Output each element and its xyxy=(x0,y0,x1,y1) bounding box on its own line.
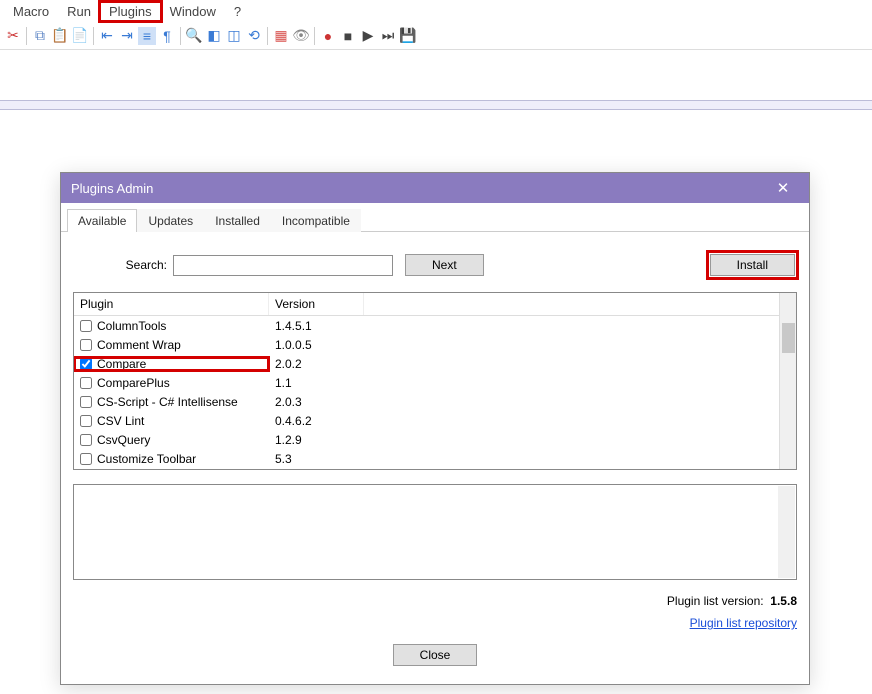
list-header: Plugin Version xyxy=(74,293,779,316)
record-icon[interactable]: ● xyxy=(319,27,337,45)
play-icon[interactable]: ▶ xyxy=(359,27,377,45)
menu-macro[interactable]: Macro xyxy=(4,2,58,21)
plugin-version: 1.4.5.1 xyxy=(269,319,364,333)
version-value: 1.5.8 xyxy=(770,594,797,608)
toolbar-separator xyxy=(180,27,181,45)
version-label: Plugin list version: xyxy=(667,594,764,608)
outdent-icon[interactable]: ⇥ xyxy=(118,27,136,45)
table-row[interactable]: Compare 2.0.2 xyxy=(74,354,779,373)
indent-icon[interactable]: ⇤ xyxy=(98,27,116,45)
plugin-checkbox[interactable] xyxy=(80,396,92,408)
cut-icon[interactable]: ✂ xyxy=(4,27,22,45)
scrollbar[interactable] xyxy=(779,293,796,469)
menubar: Macro Run Plugins Window ? xyxy=(0,0,872,22)
tab-installed[interactable]: Installed xyxy=(204,209,271,232)
table-row[interactable]: CSV Lint 0.4.6.2 xyxy=(74,411,779,430)
search-row: Search: Next Install xyxy=(73,252,797,278)
table-row[interactable]: ColumnTools 1.4.5.1 xyxy=(74,316,779,335)
table-row[interactable]: Comment Wrap 1.0.0.5 xyxy=(74,335,779,354)
plugin-checkbox[interactable] xyxy=(80,377,92,389)
wrap-icon[interactable]: ≡ xyxy=(138,27,156,45)
search-input[interactable] xyxy=(173,255,393,276)
version-line: Plugin list version: 1.5.8 xyxy=(73,594,797,608)
tabs: Available Updates Installed Incompatible xyxy=(61,203,809,232)
scrollbar-thumb[interactable] xyxy=(782,323,795,353)
toolbar: ✂ ⧉ 📋 📄 ⇤ ⇥ ≡ ¶ 🔍 ◧ ◫ ⟲ ▦ 👁 ● ■ ▶ ⏭ 💾 xyxy=(0,22,872,50)
plugin-version: 1.1 xyxy=(269,376,364,390)
sync-icon[interactable]: ⟲ xyxy=(245,27,263,45)
titlebar[interactable]: Plugins Admin ✕ xyxy=(61,173,809,203)
tab-updates[interactable]: Updates xyxy=(137,209,204,232)
guides-icon[interactable]: ¶ xyxy=(158,27,176,45)
col-header-plugin[interactable]: Plugin xyxy=(74,293,269,315)
plugin-name: Compare xyxy=(97,357,146,371)
monitor-icon[interactable]: 👁 xyxy=(292,27,310,45)
tab-available[interactable]: Available xyxy=(67,209,137,232)
toolbar-separator xyxy=(93,27,94,45)
plugin-checkbox[interactable] xyxy=(80,453,92,465)
close-button[interactable]: Close xyxy=(393,644,478,666)
stop-icon[interactable]: ■ xyxy=(339,27,357,45)
plugin-version: 5.3 xyxy=(269,452,364,466)
plugin-version: 2.0.2 xyxy=(269,357,364,371)
col-header-rest xyxy=(364,293,779,315)
divider-strip xyxy=(0,100,872,110)
search-icon[interactable]: 🔍 xyxy=(185,27,203,45)
toolbar-separator xyxy=(267,27,268,45)
install-button[interactable]: Install xyxy=(710,254,795,276)
plugin-version: 1.0.0.5 xyxy=(269,338,364,352)
plugin-name: Comment Wrap xyxy=(97,338,181,352)
table-row[interactable]: CsvQuery 1.2.9 xyxy=(74,430,779,449)
plugin-name: CS-Script - C# Intellisense xyxy=(97,395,238,409)
folder-icon[interactable]: ▦ xyxy=(272,27,290,45)
plugin-name: Customize Toolbar xyxy=(97,452,196,466)
plugin-checkbox[interactable] xyxy=(80,339,92,351)
plugin-checkbox[interactable] xyxy=(80,415,92,427)
paste-icon[interactable]: 📋 xyxy=(51,27,69,45)
scrollbar[interactable] xyxy=(778,486,795,578)
next-button[interactable]: Next xyxy=(405,254,484,276)
tab-incompatible[interactable]: Incompatible xyxy=(271,209,361,232)
dialog-title: Plugins Admin xyxy=(71,181,153,196)
toolbar-separator xyxy=(26,27,27,45)
plugins-admin-dialog: Plugins Admin ✕ Available Updates Instal… xyxy=(60,172,810,685)
col-header-version[interactable]: Version xyxy=(269,293,364,315)
document-area xyxy=(0,50,872,100)
plugin-name: CsvQuery xyxy=(97,433,150,447)
copy-icon[interactable]: ⧉ xyxy=(31,27,49,45)
table-row[interactable]: ComparePlus 1.1 xyxy=(74,373,779,392)
menu-window[interactable]: Window xyxy=(161,2,225,21)
split-icon[interactable]: ◫ xyxy=(225,27,243,45)
plugin-checkbox[interactable] xyxy=(80,434,92,446)
plugin-list: Plugin Version ColumnTools 1.4.5.1 Comment… xyxy=(73,292,797,470)
toolbar-separator xyxy=(314,27,315,45)
bookmark-icon[interactable]: ◧ xyxy=(205,27,223,45)
menu-help[interactable]: ? xyxy=(225,2,250,21)
menu-run[interactable]: Run xyxy=(58,2,100,21)
plugin-checkbox[interactable] xyxy=(80,358,92,370)
plugin-version: 0.4.6.2 xyxy=(269,414,364,428)
save-macro-icon[interactable]: 💾 xyxy=(399,27,417,45)
plugin-version: 1.2.9 xyxy=(269,433,364,447)
clipboard-icon[interactable]: 📄 xyxy=(71,27,89,45)
plugin-checkbox[interactable] xyxy=(80,320,92,332)
fastfwd-icon[interactable]: ⏭ xyxy=(379,27,397,45)
close-icon[interactable]: ✕ xyxy=(767,179,799,197)
menu-plugins[interactable]: Plugins xyxy=(100,2,161,21)
plugin-name: ComparePlus xyxy=(97,376,170,390)
repo-link[interactable]: Plugin list repository xyxy=(690,616,797,630)
plugin-name: ColumnTools xyxy=(97,319,166,333)
table-row[interactable]: Customize Toolbar 5.3 xyxy=(74,449,779,468)
table-row[interactable]: CS-Script - C# Intellisense 2.0.3 xyxy=(74,392,779,411)
description-box xyxy=(73,484,797,580)
plugin-name: CSV Lint xyxy=(97,414,144,428)
plugin-version: 2.0.3 xyxy=(269,395,364,409)
search-label: Search: xyxy=(73,258,173,272)
